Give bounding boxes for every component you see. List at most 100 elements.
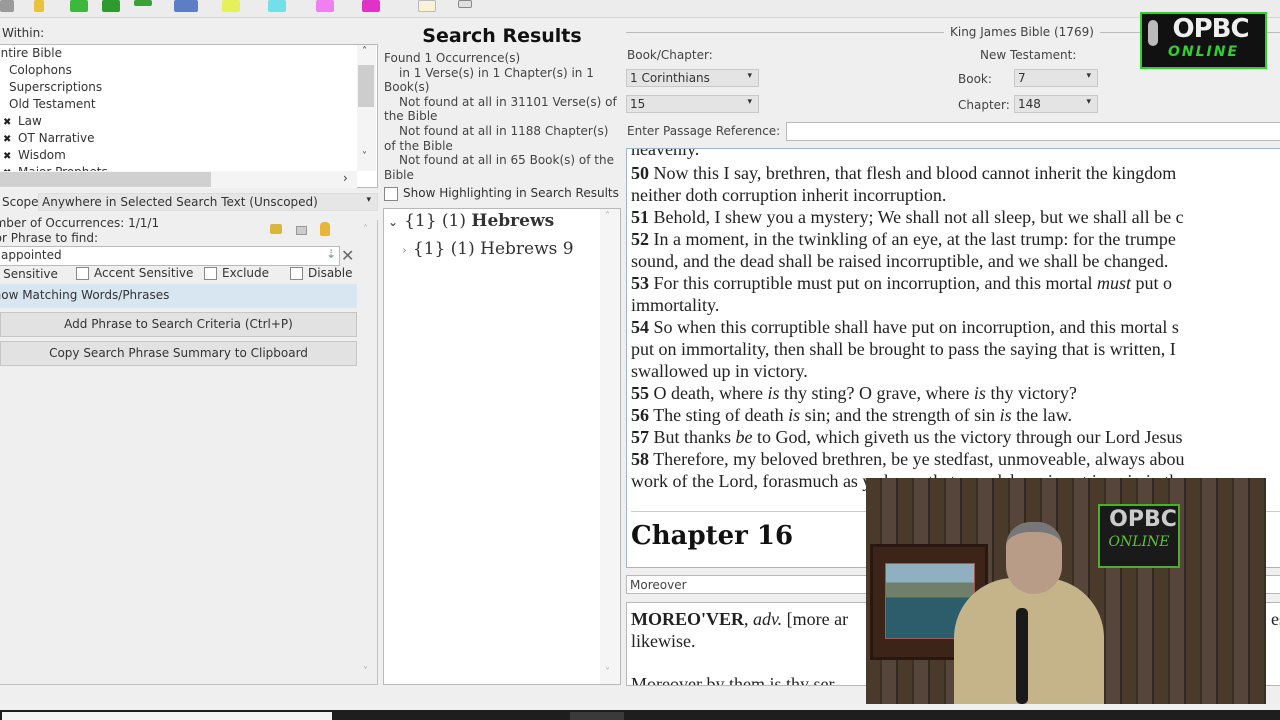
green-book-icon[interactable] <box>70 0 88 12</box>
remove-phrase-icon[interactable] <box>296 226 307 235</box>
testament-label: New Testament: <box>980 48 1077 62</box>
show-matching-row[interactable]: Show Matching Words/Phrases <box>0 284 357 308</box>
show-highlighting-option[interactable]: Show Highlighting in Search Results <box>384 186 619 201</box>
results-scrollbar[interactable]: ˄ ˅ <box>600 209 620 684</box>
taskbar-item[interactable] <box>2 712 332 720</box>
scroll-thumb[interactable] <box>358 65 374 107</box>
clear-broom-icon[interactable] <box>320 222 330 236</box>
left-scroll-down-icon[interactable]: ˅ <box>363 666 368 677</box>
scope-select[interactable]: Anywhere in Selected Search Text (Unscop… <box>38 193 378 211</box>
taskbar-item[interactable] <box>570 712 624 720</box>
phrase-label: Word or Phrase to find: <box>0 231 99 245</box>
verse-text: immortality. <box>631 295 720 315</box>
verse-number[interactable]: 57 <box>631 427 649 447</box>
scope-tree-item[interactable]: Superscriptions <box>9 80 102 94</box>
verse-number[interactable]: 52 <box>631 229 649 249</box>
scroll-down-icon[interactable]: ˅ <box>362 151 367 162</box>
forward-arrow-icon[interactable] <box>134 0 152 6</box>
person-head <box>1006 522 1062 594</box>
verse-number[interactable]: 54 <box>631 317 649 337</box>
verse-number[interactable]: 51 <box>631 207 649 227</box>
expanded-chevron-icon[interactable]: ⌄ <box>388 215 398 229</box>
book-select[interactable]: 1 Corinthians ▾ <box>626 69 759 87</box>
tree-vertical-scrollbar[interactable]: ˄ ˅ <box>357 45 376 171</box>
exclude-checkbox[interactable] <box>204 267 217 280</box>
chapter-number-value: 148 <box>1018 97 1041 111</box>
magenta-highlighter-icon[interactable] <box>362 0 380 12</box>
verse-number[interactable]: 53 <box>631 273 649 293</box>
copy-summary-button[interactable]: Copy Search Phrase Summary to Clipboard <box>0 341 357 366</box>
note-icon[interactable] <box>418 0 436 12</box>
card-icon[interactable] <box>174 0 198 12</box>
verse-number[interactable]: 55 <box>631 383 649 403</box>
scope-tree-item[interactable]: Entire Bible <box>0 46 62 60</box>
chapter-number-select[interactable]: 148 ▾ <box>1014 95 1098 113</box>
sign-text-bottom: ONLINE <box>1108 534 1170 550</box>
logo-text-top: OPBC <box>1172 14 1249 44</box>
wall-sign: OPBC ONLINE <box>1098 504 1180 568</box>
scope-tree-label: Entire Bible <box>0 46 62 60</box>
verse-text: O death, where is thy sting? O grave, wh… <box>653 383 1077 403</box>
verse-line: neither doth corruption inherit incorrup… <box>631 184 1186 206</box>
back-arrow-icon[interactable] <box>0 0 14 12</box>
scroll-up-icon[interactable]: ˄ <box>362 46 367 57</box>
disable-checkbox[interactable] <box>290 267 303 280</box>
checked-box-icon[interactable]: ✖ <box>3 117 12 128</box>
scope-tree-item[interactable]: Old Testament <box>9 97 96 111</box>
book-value: 1 Corinthians <box>630 71 710 85</box>
result-chapter-hebrews-9[interactable]: › {1} (1) Hebrews 9 <box>402 239 574 259</box>
scope-tree-label: Colophons <box>9 63 72 77</box>
tree-horizontal-scrollbar[interactable]: › <box>0 171 357 188</box>
sign-text-top: OPBC <box>1109 507 1177 532</box>
clear-phrase-icon[interactable]: ✕ <box>341 246 354 265</box>
scope-tree-item[interactable]: ✖ OT Narrative <box>0 131 94 145</box>
yellow-highlighter-icon[interactable] <box>222 0 240 12</box>
pencil-icon[interactable] <box>34 0 44 12</box>
toolbar <box>0 0 1280 18</box>
verse-line: 54 So when this corruptible shall have p… <box>631 316 1186 338</box>
scope-tree-item[interactable]: ✖ Law <box>0 114 42 128</box>
result-book-hebrews[interactable]: ⌄ {1} (1) Hebrews <box>388 211 554 231</box>
occurrences-count: Number of Occurrences: 1/1/1 <box>0 216 160 230</box>
chapter-select[interactable]: 15 ▾ <box>626 95 759 113</box>
option-exclude[interactable]: Exclude <box>204 266 269 280</box>
scroll-up-icon[interactable]: ˄ <box>605 211 610 222</box>
add-phrase-button[interactable]: Add Phrase to Search Criteria (Ctrl+P) <box>0 312 357 337</box>
new-phrase-icon[interactable] <box>270 224 282 234</box>
checked-box-icon[interactable]: ✖ <box>3 134 12 145</box>
window-icon[interactable] <box>458 0 472 8</box>
collapsed-chevron-icon[interactable]: › <box>402 243 407 257</box>
highlight-checkbox[interactable] <box>384 186 398 201</box>
scroll-down-icon[interactable]: ˅ <box>605 667 610 678</box>
option-disable[interactable]: Disable <box>290 266 353 280</box>
green-book-open-icon[interactable] <box>102 0 120 12</box>
scope-tree-item[interactable]: Colophons <box>9 63 72 77</box>
scroll-right-icon[interactable]: › <box>343 171 348 185</box>
verse-number[interactable]: 50 <box>631 163 649 183</box>
pink-highlighter-icon[interactable] <box>316 0 334 12</box>
passage-input[interactable] <box>786 122 1280 141</box>
verse-text: neither doth corruption inherit incorrup… <box>631 185 947 205</box>
option-accent-sensitive[interactable]: Accent Sensitive <box>76 266 193 280</box>
scope-tree-item[interactable]: ✖ Wisdom <box>0 148 66 162</box>
left-panel-bottom <box>0 684 378 685</box>
cyan-highlighter-icon[interactable] <box>268 0 286 12</box>
checked-box-icon[interactable]: ✖ <box>3 151 12 162</box>
phrase-scroll-up-icon[interactable]: ˄ <box>363 224 368 235</box>
partial-verse-top: heavenly. <box>631 148 700 159</box>
verse-line: 57 But thanks be to God, which giveth us… <box>631 426 1186 448</box>
verse-text: Now this I say, brethren, that flesh and… <box>653 163 1177 183</box>
verse-line: 56 The sting of death is sin; and the st… <box>631 404 1186 426</box>
option-case-sensitive[interactable]: Case Sensitive <box>0 267 58 281</box>
book-number-select[interactable]: 7 ▾ <box>1014 69 1098 87</box>
verse-text: For this corruptible must put on incorru… <box>653 273 1172 293</box>
verse-number[interactable]: 56 <box>631 405 649 425</box>
dictionary-example: Moreover by them is thy ser <box>631 674 835 686</box>
accent-checkbox[interactable] <box>76 267 89 280</box>
verse-number[interactable]: 58 <box>631 449 649 469</box>
phrase-input[interactable]: appointed ⇣ <box>0 246 340 266</box>
down-arrow-icon[interactable]: ⇣ <box>326 247 336 261</box>
scope-tree-label: Old Testament <box>9 97 96 111</box>
h-scroll-thumb[interactable] <box>0 172 211 187</box>
microphone <box>1016 608 1028 704</box>
